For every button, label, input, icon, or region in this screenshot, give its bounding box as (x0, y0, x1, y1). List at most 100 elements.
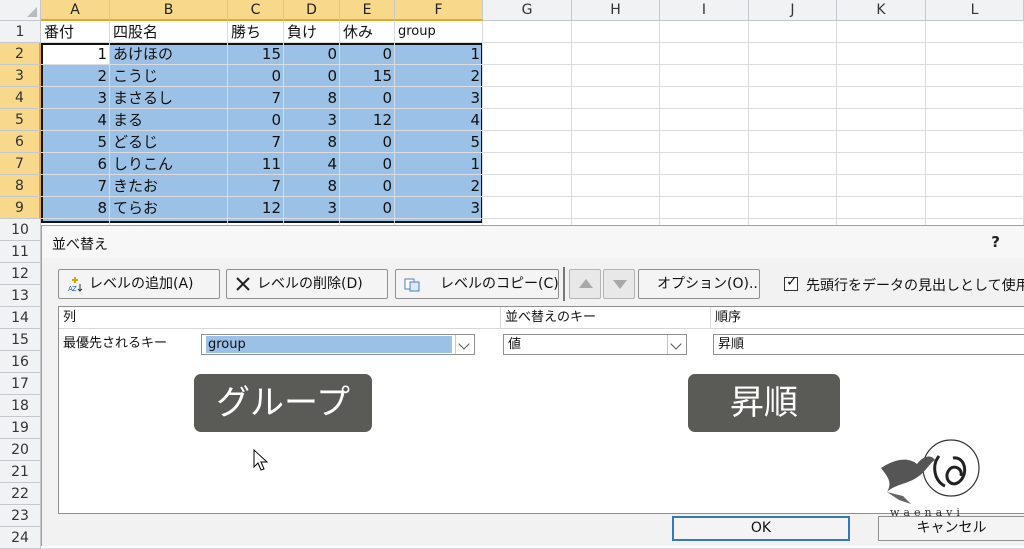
table-cell[interactable]: 0 (340, 43, 395, 65)
move-up-button[interactable] (569, 269, 601, 299)
table-cell[interactable]: こうじ (110, 65, 228, 87)
row-header-7[interactable]: 7 (0, 153, 41, 175)
table-cell[interactable]: 15 (228, 43, 284, 65)
table-cell[interactable]: 1 (41, 43, 110, 65)
row-header-22[interactable]: 22 (0, 483, 41, 505)
column-header-h[interactable]: H (572, 0, 660, 21)
table-cell[interactable]: 3 (41, 87, 110, 109)
sort-column-select[interactable]: group (201, 334, 475, 355)
header-cell[interactable]: 番付 (41, 21, 110, 43)
help-button[interactable]: ? (991, 233, 1000, 251)
row-header-18[interactable]: 18 (0, 395, 41, 417)
column-header-b[interactable]: B (110, 0, 228, 21)
table-cell[interactable]: 0 (228, 65, 284, 87)
copy-level-button[interactable]: レベルのコピー(C) (395, 269, 559, 299)
table-cell[interactable]: 2 (41, 65, 110, 87)
column-header-j[interactable]: J (749, 0, 837, 21)
move-down-button[interactable] (603, 269, 635, 299)
table-cell[interactable]: 5 (41, 131, 110, 153)
table-cell[interactable]: 2 (395, 65, 483, 87)
table-cell[interactable]: どるじ (110, 131, 228, 153)
table-cell[interactable]: 15 (340, 65, 395, 87)
table-cell[interactable]: 0 (284, 43, 340, 65)
table-cell[interactable]: 11 (228, 153, 284, 175)
table-cell[interactable]: 1 (395, 153, 483, 175)
row-header-3[interactable]: 3 (0, 65, 41, 87)
has-headers-checkbox[interactable]: ✓ (784, 274, 798, 291)
table-cell[interactable]: 3 (395, 87, 483, 109)
row-header-14[interactable]: 14 (0, 307, 41, 329)
table-cell[interactable]: 4 (284, 153, 340, 175)
header-cell[interactable]: 休み (340, 21, 395, 43)
row-header-8[interactable]: 8 (0, 175, 41, 197)
row-header-2[interactable]: 2 (0, 43, 41, 65)
column-header-c[interactable]: C (228, 0, 284, 21)
column-header-d[interactable]: D (284, 0, 340, 21)
options-button[interactable]: オプション(O)... (638, 269, 760, 299)
column-header-f[interactable]: F (395, 0, 483, 21)
table-cell[interactable]: 0 (340, 87, 395, 109)
row-header-12[interactable]: 12 (0, 263, 41, 285)
sort-on-select[interactable]: 値 (503, 334, 687, 355)
row-header-4[interactable]: 4 (0, 87, 41, 109)
table-cell[interactable]: 0 (340, 197, 395, 219)
table-cell[interactable]: 7 (41, 175, 110, 197)
row-header-16[interactable]: 16 (0, 351, 41, 373)
table-cell[interactable]: 0 (340, 153, 395, 175)
header-cell[interactable]: 勝ち (228, 21, 284, 43)
table-cell[interactable]: きたお (110, 175, 228, 197)
table-cell[interactable]: 1 (395, 43, 483, 65)
table-cell[interactable]: 8 (284, 131, 340, 153)
row-header-1[interactable]: 1 (0, 21, 41, 43)
row-header-13[interactable]: 13 (0, 285, 41, 307)
table-cell[interactable]: あけほの (110, 43, 228, 65)
table-cell[interactable]: 3 (284, 197, 340, 219)
table-cell[interactable]: 4 (41, 109, 110, 131)
table-cell[interactable]: てらお (110, 197, 228, 219)
column-header-a[interactable]: A (41, 0, 110, 21)
delete-level-button[interactable]: レベルの削除(D) (226, 269, 388, 299)
order-select[interactable]: 昇順 (713, 334, 1024, 355)
column-header-g[interactable]: G (483, 0, 572, 21)
column-header-k[interactable]: K (837, 0, 926, 21)
table-cell[interactable]: 8 (284, 87, 340, 109)
row-header-23[interactable]: 23 (0, 505, 41, 527)
table-cell[interactable]: 7 (228, 131, 284, 153)
row-header-11[interactable]: 11 (0, 241, 41, 263)
table-cell[interactable]: 0 (340, 175, 395, 197)
column-header-i[interactable]: I (660, 0, 749, 21)
table-cell[interactable]: まる (110, 109, 228, 131)
row-header-15[interactable]: 15 (0, 329, 41, 351)
table-cell[interactable]: 3 (284, 109, 340, 131)
header-cell[interactable]: group (395, 21, 483, 43)
table-cell[interactable]: 0 (340, 131, 395, 153)
dialog-titlebar[interactable]: 並べ替え ? (42, 226, 1024, 258)
table-cell[interactable]: 7 (228, 175, 284, 197)
header-cell[interactable]: 負け (284, 21, 340, 43)
table-cell[interactable]: 0 (228, 109, 284, 131)
row-header-5[interactable]: 5 (0, 109, 41, 131)
row-header-20[interactable]: 20 (0, 439, 41, 461)
header-cell[interactable]: 四股名 (110, 21, 228, 43)
table-cell[interactable]: まさるし (110, 87, 228, 109)
row-header-17[interactable]: 17 (0, 373, 41, 395)
select-all-corner[interactable] (0, 0, 41, 21)
table-cell[interactable]: 3 (395, 197, 483, 219)
row-header-21[interactable]: 21 (0, 461, 41, 483)
table-cell[interactable]: しりこん (110, 153, 228, 175)
row-header-10[interactable]: 10 (0, 219, 41, 241)
row-header-6[interactable]: 6 (0, 131, 41, 153)
table-cell[interactable]: 8 (41, 197, 110, 219)
table-cell[interactable]: 12 (228, 197, 284, 219)
column-header-l[interactable]: L (926, 0, 1024, 21)
table-cell[interactable]: 7 (228, 87, 284, 109)
add-level-button[interactable]: A Z レベルの追加(A) (58, 269, 220, 299)
table-cell[interactable]: 6 (41, 153, 110, 175)
table-cell[interactable]: 4 (395, 109, 483, 131)
table-cell[interactable]: 12 (340, 109, 395, 131)
row-header-19[interactable]: 19 (0, 417, 41, 439)
column-header-e[interactable]: E (340, 0, 395, 21)
chevron-down-icon[interactable] (667, 335, 686, 354)
table-cell[interactable]: 8 (284, 175, 340, 197)
table-cell[interactable]: 5 (395, 131, 483, 153)
